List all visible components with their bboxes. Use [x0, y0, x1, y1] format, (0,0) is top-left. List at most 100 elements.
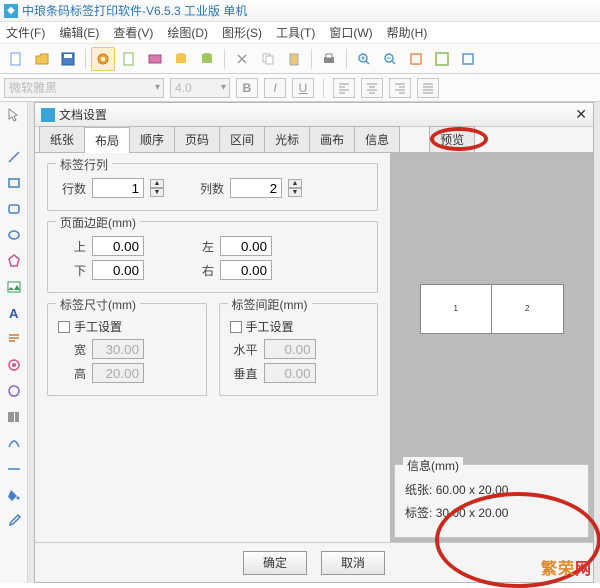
zoom-100-icon[interactable]	[430, 47, 454, 71]
paste-icon[interactable]	[282, 47, 306, 71]
watermark: 繁荣网	[541, 555, 592, 579]
new-doc-icon[interactable]	[4, 47, 28, 71]
dialog-icon	[41, 108, 55, 122]
info-label-label: 标签:	[405, 506, 432, 520]
settings-pane: 标签行列 行数 ▲▼ 列数 ▲▼ 页面边距(mm)	[35, 153, 390, 542]
dialog-titlebar: 文档设置 ✕	[35, 103, 593, 127]
rows-spinner[interactable]: ▲▼	[150, 179, 164, 197]
menu-draw[interactable]: 绘图(D)	[167, 24, 208, 41]
zoom-out-icon[interactable]	[378, 47, 402, 71]
height-input	[92, 363, 144, 383]
dialog-footer: 确定 取消	[35, 542, 593, 582]
size-manual-checkbox[interactable]: 手工设置	[58, 318, 122, 335]
menu-help[interactable]: 帮助(H)	[387, 24, 428, 41]
image-tool-icon[interactable]	[1, 275, 27, 299]
info-paper-value: 60.00 x 20.00	[436, 483, 509, 497]
margin-top-input[interactable]	[92, 236, 144, 256]
align-right-button[interactable]	[389, 78, 411, 98]
barcode-tool-icon[interactable]	[1, 405, 27, 429]
app-title: 中琅条码标签打印软件-V6.5.3 工业版 单机	[22, 2, 247, 19]
menu-edit[interactable]: 编辑(E)	[59, 24, 99, 41]
margin-top-label: 上	[58, 238, 86, 255]
close-icon[interactable]: ✕	[575, 106, 587, 123]
tab-section[interactable]: 区间	[219, 126, 265, 152]
align-left-button[interactable]	[333, 78, 355, 98]
align-center-button[interactable]	[361, 78, 383, 98]
bold-button[interactable]: B	[236, 78, 258, 98]
cut-icon[interactable]	[230, 47, 254, 71]
curve-tool-icon[interactable]	[1, 431, 27, 455]
menu-bar: 文件(F) 编辑(E) 查看(V) 绘图(D) 图形(S) 工具(T) 窗口(W…	[0, 22, 600, 44]
shape2-tool-icon[interactable]	[1, 379, 27, 403]
text-tool-icon[interactable]: A	[1, 301, 27, 325]
align-just-button[interactable]	[417, 78, 439, 98]
font-size-combo[interactable]: 4.0	[170, 78, 230, 98]
save-icon[interactable]	[56, 47, 80, 71]
dropper-tool-icon[interactable]	[1, 509, 27, 533]
cancel-button[interactable]: 取消	[321, 551, 385, 575]
db-icon[interactable]	[169, 47, 193, 71]
tab-info[interactable]: 信息	[354, 126, 400, 152]
margin-left-input[interactable]	[220, 236, 272, 256]
rows-input[interactable]	[92, 178, 144, 198]
db2-icon[interactable]	[195, 47, 219, 71]
print-icon[interactable]	[317, 47, 341, 71]
roundrect-tool-icon[interactable]	[1, 197, 27, 221]
menu-shape[interactable]: 图形(S)	[222, 24, 262, 41]
group-title: 页面边距(mm)	[56, 214, 140, 231]
zoom-sel-icon[interactable]	[456, 47, 480, 71]
richtext-tool-icon[interactable]	[1, 327, 27, 351]
poly-tool-icon[interactable]	[1, 249, 27, 273]
tab-layout[interactable]: 布局	[84, 127, 130, 153]
ok-button[interactable]: 确定	[243, 551, 307, 575]
tab-cursor[interactable]: 光标	[264, 126, 310, 152]
menu-view[interactable]: 查看(V)	[113, 24, 153, 41]
settings-icon[interactable]	[91, 47, 115, 71]
line2-tool-icon[interactable]	[1, 457, 27, 481]
cols-input[interactable]	[230, 178, 282, 198]
qr-tool-icon[interactable]	[1, 353, 27, 377]
tab-paper[interactable]: 纸张	[39, 126, 85, 152]
tab-preview[interactable]: 预览	[429, 126, 475, 152]
dialog-title: 文档设置	[59, 106, 107, 123]
info-label-value: 30.00 x 20.00	[436, 506, 509, 520]
group-label-size: 标签尺寸(mm) 手工设置 宽 高	[47, 303, 207, 396]
height-label: 高	[58, 365, 86, 382]
group-label-gap: 标签间距(mm) 手工设置 水平 垂直	[219, 303, 379, 396]
copy-icon[interactable]	[256, 47, 280, 71]
group-title: 标签尺寸(mm)	[56, 296, 140, 313]
fill-tool-icon[interactable]	[1, 483, 27, 507]
group-title: 标签间距(mm)	[228, 296, 312, 313]
italic-button[interactable]: I	[264, 78, 286, 98]
tab-strip: 纸张 布局 顺序 页码 区间 光标 画布 信息 预览	[35, 127, 593, 153]
menu-file[interactable]: 文件(F)	[6, 24, 45, 41]
doc-prop-icon[interactable]	[117, 47, 141, 71]
group-title: 标签行列	[56, 156, 112, 173]
font-family-combo[interactable]: 微软雅黑	[4, 78, 164, 98]
pointer-tool-icon[interactable]	[1, 103, 27, 127]
gap-manual-checkbox[interactable]: 手工设置	[230, 318, 294, 335]
ellipse-tool-icon[interactable]	[1, 223, 27, 247]
margin-right-input[interactable]	[220, 260, 272, 280]
margin-bottom-input[interactable]	[92, 260, 144, 280]
width-input	[92, 339, 144, 359]
underline-button[interactable]: U	[292, 78, 314, 98]
zoom-in-icon[interactable]	[352, 47, 376, 71]
tab-order[interactable]: 顺序	[129, 126, 175, 152]
info-title: 信息(mm)	[403, 457, 463, 474]
cols-spinner[interactable]: ▲▼	[288, 179, 302, 197]
open-icon[interactable]	[30, 47, 54, 71]
line-tool-icon[interactable]	[1, 145, 27, 169]
group-margins: 页面边距(mm) 上 左 下 右	[47, 221, 378, 293]
menu-tool[interactable]: 工具(T)	[276, 24, 315, 41]
app-icon: ◆	[4, 4, 18, 18]
preview-label-2: 2	[492, 285, 563, 333]
main-toolbar	[0, 44, 600, 74]
zoom-fit-icon[interactable]	[404, 47, 428, 71]
document-settings-dialog: 文档设置 ✕ 纸张 布局 顺序 页码 区间 光标 画布 信息 预览 标签行列	[34, 102, 594, 583]
tab-pagenum[interactable]: 页码	[174, 126, 220, 152]
rect-tool-icon[interactable]	[1, 171, 27, 195]
tab-canvas[interactable]: 画布	[309, 126, 355, 152]
label-icon[interactable]	[143, 47, 167, 71]
menu-window[interactable]: 窗口(W)	[329, 24, 372, 41]
